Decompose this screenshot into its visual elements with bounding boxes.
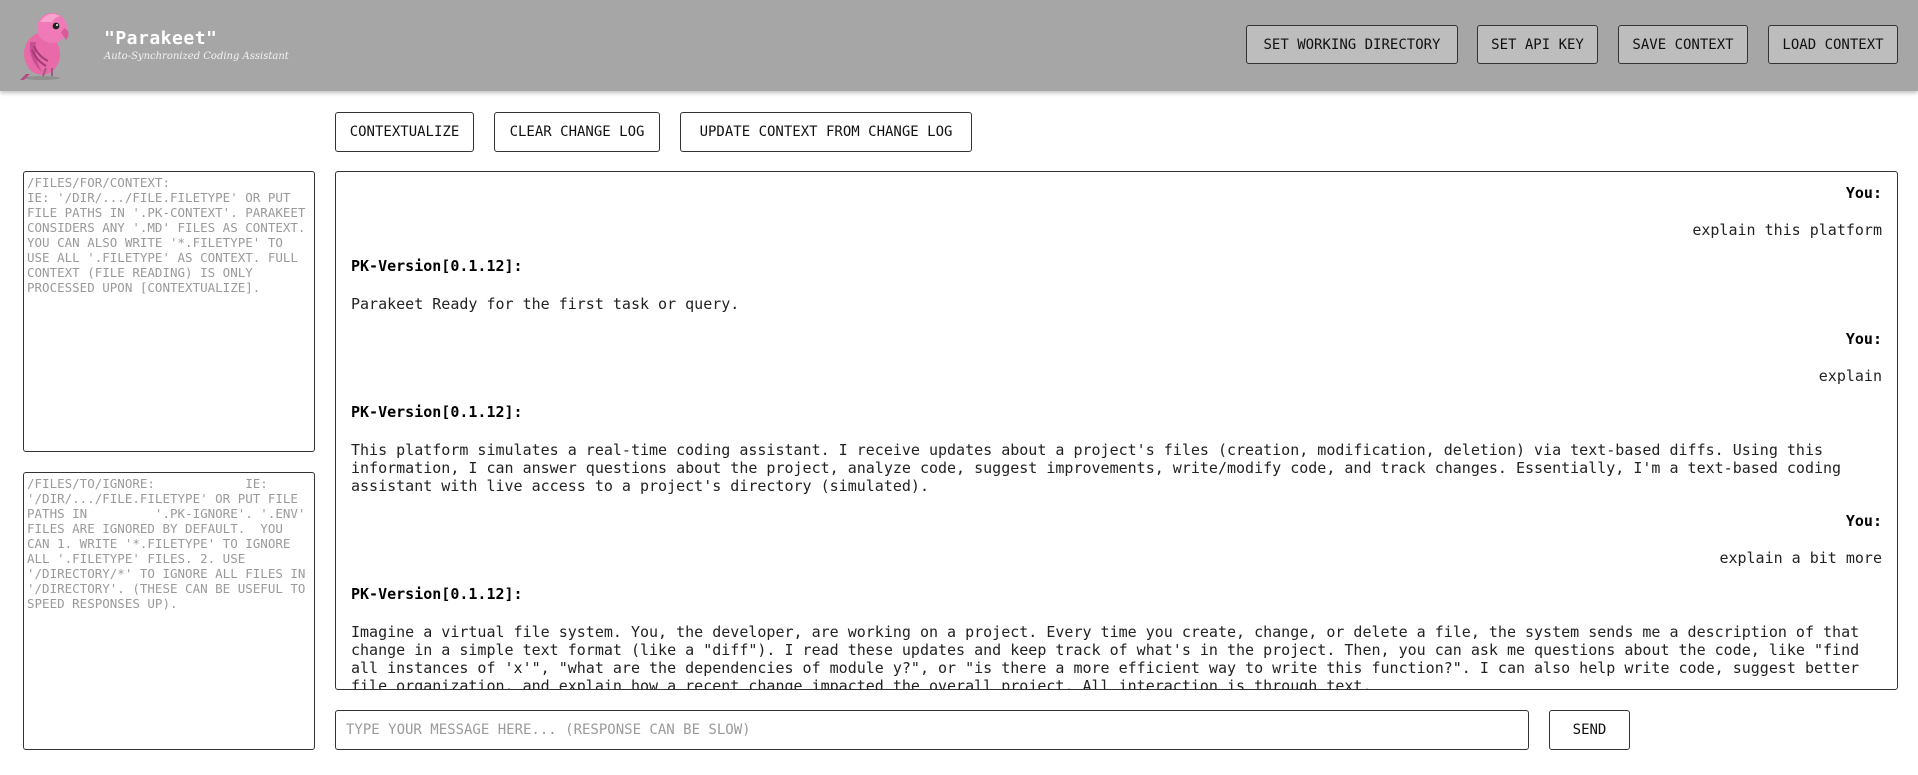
message-role: You: xyxy=(1845,512,1882,530)
set-working-directory-button[interactable]: SET WORKING DIRECTORY xyxy=(1246,25,1458,64)
update-context-button[interactable]: UPDATE CONTEXT FROM CHANGE LOG xyxy=(680,112,972,152)
message-text: explain xyxy=(1818,367,1882,385)
parakeet-logo xyxy=(20,13,69,80)
user-message: You: explain this platform xyxy=(351,184,1882,239)
set-api-key-button[interactable]: SET API KEY xyxy=(1477,25,1598,64)
message-input[interactable] xyxy=(335,710,1529,750)
message-text: explain this platform xyxy=(1692,221,1882,239)
message-text: This platform simulates a real-time codi… xyxy=(351,441,1842,495)
message-role: You: xyxy=(1845,330,1882,348)
message-role: You: xyxy=(1845,184,1882,202)
app-subtitle: Auto-Synchronized Coding Assistant xyxy=(104,51,289,62)
send-button[interactable]: SEND xyxy=(1549,710,1630,750)
context-files-input[interactable]: /files/for/context: IE: '/dir/.../file.f… xyxy=(23,171,315,452)
assistant-message: PK-Version[0.1.12]: This platform simula… xyxy=(351,403,1882,495)
user-message: You: explain xyxy=(351,330,1882,385)
chat-log: You: explain this platform PK-Version[0.… xyxy=(335,171,1898,690)
message-role: PK-Version[0.1.12]: xyxy=(351,585,523,603)
assistant-message: PK-Version[0.1.12]: Imagine a virtual fi… xyxy=(351,585,1882,690)
message-text: Imagine a virtual file system. You, the … xyxy=(351,623,1860,690)
message-text: explain a bit more xyxy=(1719,549,1882,567)
message-role: PK-Version[0.1.12]: xyxy=(351,257,523,275)
app-title: "Parakeet" xyxy=(104,28,218,49)
ignore-files-input[interactable]: /files/to/ignore: IE: '/dir/.../file.fil… xyxy=(23,472,315,750)
save-context-button[interactable]: SAVE CONTEXT xyxy=(1618,25,1748,64)
contextualize-button[interactable]: CONTEXTUALIZE xyxy=(335,112,474,152)
message-role: PK-Version[0.1.12]: xyxy=(351,403,523,421)
message-text: Parakeet Ready for the first task or que… xyxy=(351,295,740,313)
assistant-message: PK-Version[0.1.12]: Parakeet Ready for t… xyxy=(351,257,1882,313)
load-context-button[interactable]: LOAD CONTEXT xyxy=(1768,25,1898,64)
clear-change-log-button[interactable]: CLEAR CHANGE LOG xyxy=(494,112,660,152)
user-message: You: explain a bit more xyxy=(351,512,1882,567)
app-header: "Parakeet" Auto-Synchronized Coding Assi… xyxy=(0,0,1918,91)
